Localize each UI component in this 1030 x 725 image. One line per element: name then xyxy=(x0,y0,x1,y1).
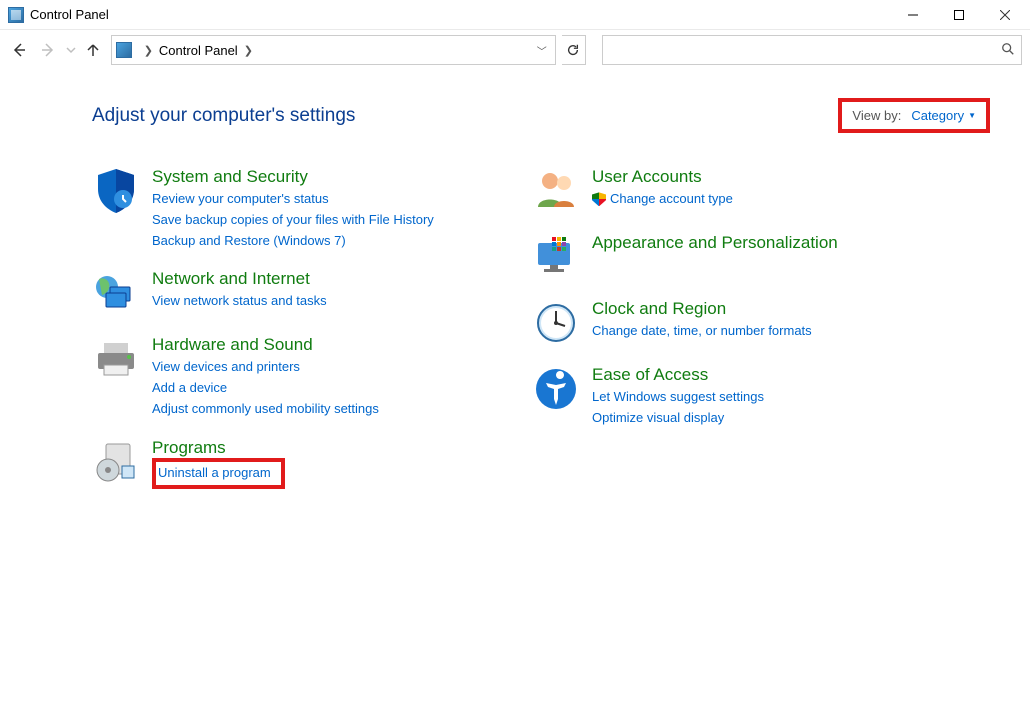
close-button[interactable] xyxy=(982,0,1028,30)
link-change-account-type[interactable]: Change account type xyxy=(610,189,733,210)
link-file-history[interactable]: Save backup copies of your files with Fi… xyxy=(152,210,434,231)
view-by-selector[interactable]: View by: Category▼ xyxy=(838,98,990,133)
link-network-status[interactable]: View network status and tasks xyxy=(152,291,327,312)
uac-shield-icon xyxy=(592,192,606,206)
search-input[interactable] xyxy=(609,42,1001,59)
forward-button[interactable] xyxy=(36,36,58,64)
chevron-down-icon: ▼ xyxy=(968,111,976,120)
category-clock-region: Clock and Region Change date, time, or n… xyxy=(532,299,952,347)
link-optimize-display[interactable]: Optimize visual display xyxy=(592,408,764,429)
category-title[interactable]: Network and Internet xyxy=(152,269,327,289)
category-title[interactable]: System and Security xyxy=(152,167,434,187)
back-button[interactable] xyxy=(8,36,30,64)
clock-icon xyxy=(532,299,580,347)
network-icon xyxy=(92,269,140,317)
maximize-button[interactable] xyxy=(936,0,982,30)
content-area: Adjust your computer's settings View by:… xyxy=(0,70,1030,507)
link-windows-suggest[interactable]: Let Windows suggest settings xyxy=(592,387,764,408)
category-title[interactable]: Appearance and Personalization xyxy=(592,233,838,253)
category-title[interactable]: Ease of Access xyxy=(592,365,764,385)
view-by-label: View by: xyxy=(852,108,901,123)
ease-of-access-icon xyxy=(532,365,580,413)
left-column: System and Security Review your computer… xyxy=(92,167,512,507)
programs-icon xyxy=(92,438,140,486)
search-icon xyxy=(1001,42,1015,59)
page-title: Adjust your computer's settings xyxy=(92,105,355,127)
category-system-security: System and Security Review your computer… xyxy=(92,167,512,251)
link-review-status[interactable]: Review your computer's status xyxy=(152,189,434,210)
category-network: Network and Internet View network status… xyxy=(92,269,512,317)
breadcrumb[interactable]: Control Panel xyxy=(159,43,238,58)
link-mobility-settings[interactable]: Adjust commonly used mobility settings xyxy=(152,399,379,420)
link-backup-restore[interactable]: Backup and Restore (Windows 7) xyxy=(152,231,434,252)
category-hardware: Hardware and Sound View devices and prin… xyxy=(92,335,512,419)
dropdown-icon[interactable]: ﹀ xyxy=(533,36,551,64)
nav-bar: ❯ Control Panel ❯ ﹀ xyxy=(0,30,1030,70)
category-user-accounts: User Accounts Change account type xyxy=(532,167,952,215)
category-title[interactable]: Hardware and Sound xyxy=(152,335,379,355)
printer-icon xyxy=(92,335,140,383)
link-add-device[interactable]: Add a device xyxy=(152,378,379,399)
category-title[interactable]: User Accounts xyxy=(592,167,733,187)
address-bar[interactable]: ❯ Control Panel ❯ ﹀ xyxy=(111,35,556,65)
link-uninstall-program[interactable]: Uninstall a program xyxy=(158,465,271,480)
window-controls xyxy=(890,0,1028,30)
users-icon xyxy=(532,167,580,215)
breadcrumb-separator-icon: ❯ xyxy=(238,44,259,57)
refresh-button[interactable] xyxy=(562,35,586,65)
category-title[interactable]: Programs xyxy=(152,438,285,458)
control-panel-icon xyxy=(8,7,24,23)
shield-icon xyxy=(92,167,140,215)
recent-locations-button[interactable] xyxy=(65,36,76,64)
up-button[interactable] xyxy=(82,36,104,64)
category-programs: Programs Uninstall a program xyxy=(92,438,512,489)
control-panel-icon xyxy=(116,42,132,58)
link-date-time-formats[interactable]: Change date, time, or number formats xyxy=(592,321,812,342)
category-ease-of-access: Ease of Access Let Windows suggest setti… xyxy=(532,365,952,429)
minimize-button[interactable] xyxy=(890,0,936,30)
appearance-icon xyxy=(532,233,580,281)
window-title: Control Panel xyxy=(30,7,109,22)
title-bar: Control Panel xyxy=(0,0,1030,30)
category-title[interactable]: Clock and Region xyxy=(592,299,812,319)
link-devices-printers[interactable]: View devices and printers xyxy=(152,357,379,378)
search-box[interactable] xyxy=(602,35,1022,65)
view-by-value[interactable]: Category▼ xyxy=(911,108,976,123)
category-appearance: Appearance and Personalization xyxy=(532,233,952,281)
breadcrumb-separator-icon: ❯ xyxy=(138,44,159,57)
right-column: User Accounts Change account type Appear… xyxy=(532,167,952,507)
